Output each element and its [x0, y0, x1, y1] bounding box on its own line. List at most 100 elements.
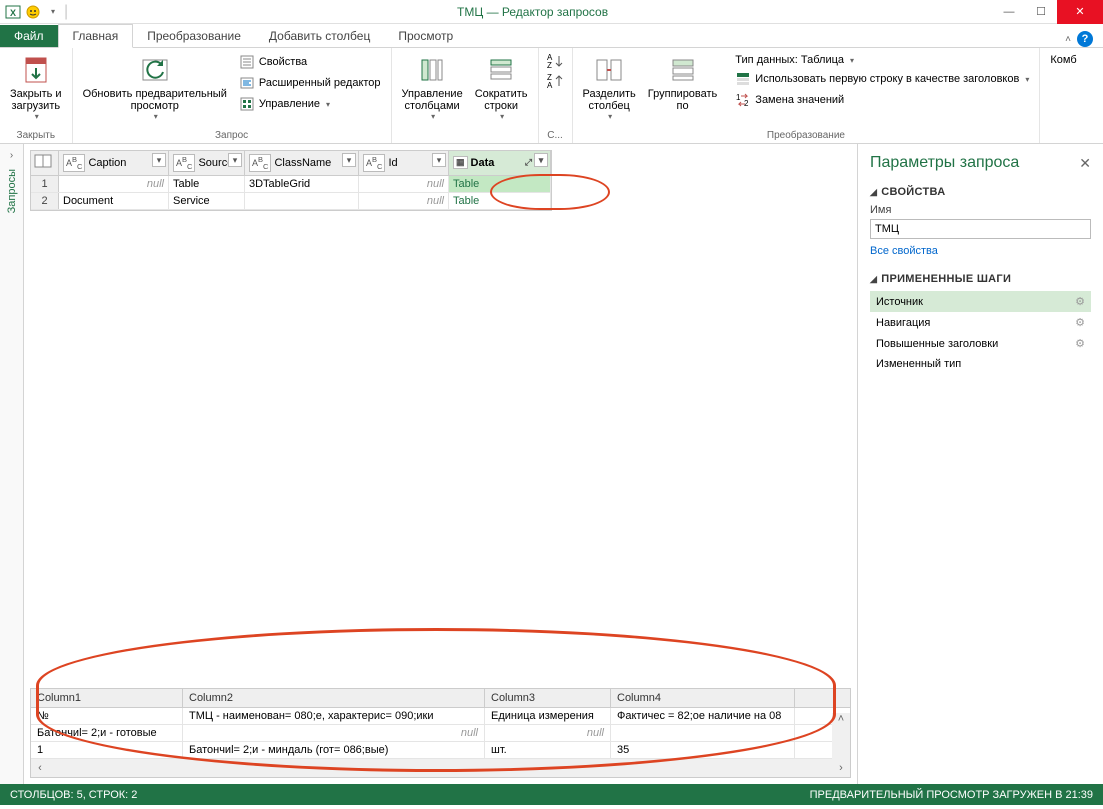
expand-icon[interactable]: ⤢ [525, 157, 532, 168]
grid-cell[interactable]: null [359, 176, 449, 192]
scroll-up-icon[interactable]: ˄ [838, 713, 844, 725]
preview-cell[interactable]: null [183, 725, 485, 741]
help-icon[interactable]: ? [1077, 31, 1093, 47]
filter-icon[interactable]: ▾ [152, 153, 166, 167]
tab-home[interactable]: Главная [58, 24, 134, 48]
preview-row[interactable]: 1 Батончиl= 2;и - миндаль (гот= 086;вые)… [31, 742, 850, 759]
close-button[interactable]: ✕ [1057, 0, 1103, 24]
column-header-data[interactable]: ▦ Data ⤢ ▾ [449, 151, 551, 175]
preview-row[interactable]: Батончиl= 2;и - готовые null null [31, 725, 850, 742]
column-header-source[interactable]: ABC Source ▾ [169, 151, 245, 175]
sort-asc-button[interactable]: AZ [545, 52, 565, 70]
scroll-left-icon[interactable]: ‹ [31, 762, 49, 774]
column-header-classname[interactable]: ABC ClassName ▾ [245, 151, 359, 175]
preview-col-header[interactable]: Column3 [485, 689, 611, 707]
applied-step[interactable]: Измененный тип [870, 354, 1091, 374]
scroll-right-icon[interactable]: › [832, 762, 850, 774]
sort-desc-button[interactable]: ZA [545, 72, 565, 90]
queries-pane-collapsed[interactable]: › Запросы [0, 144, 24, 784]
columns-icon [416, 54, 448, 86]
preview-col-header[interactable]: Column2 [183, 689, 485, 707]
preview-grid[interactable]: Column1 Column2 Column3 Column4 № ТМЦ - … [30, 688, 851, 778]
filter-icon[interactable]: ▾ [342, 153, 356, 167]
preview-cell[interactable]: № [31, 708, 183, 724]
replace-values-button[interactable]: 12 Замена значений [731, 90, 1033, 110]
tab-view[interactable]: Просмотр [384, 25, 467, 47]
applied-step[interactable]: Источник ⚙ [870, 291, 1091, 312]
replace-icon: 12 [735, 92, 751, 108]
preview-cell[interactable]: 35 [611, 742, 795, 758]
tab-addcolumn[interactable]: Добавить столбец [255, 25, 384, 47]
expand-pane-icon[interactable]: › [10, 150, 13, 161]
grid-cell[interactable]: 3DTableGrid [245, 176, 359, 192]
refresh-icon [139, 54, 171, 86]
manage-label: Управление [259, 98, 320, 110]
combine-button[interactable]: Комб [1046, 52, 1080, 68]
panel-close-icon[interactable]: ✕ [1079, 155, 1091, 172]
preview-cell[interactable]: Фактичес = 82;ое наличие на 08 [611, 708, 795, 724]
vertical-scrollbar[interactable]: ˄ [832, 713, 850, 759]
maximize-button[interactable]: ☐ [1025, 0, 1057, 24]
qat-dropdown-icon[interactable]: ▾ [44, 3, 62, 21]
reduce-rows-button[interactable]: Сократить строки ▾ [471, 52, 532, 123]
gear-icon[interactable]: ⚙ [1075, 295, 1085, 308]
grid-cell[interactable]: null [59, 176, 169, 192]
advanced-editor-button[interactable]: Расширенный редактор [235, 73, 385, 93]
grid-cell-table-link[interactable]: Table [449, 176, 551, 192]
preview-cell[interactable]: null [485, 725, 611, 741]
grid-cell[interactable]: Table [169, 176, 245, 192]
tab-file[interactable]: Файл [0, 25, 58, 47]
minimize-button[interactable]: — [993, 0, 1025, 24]
gear-icon[interactable]: ⚙ [1075, 337, 1085, 350]
tab-transform[interactable]: Преобразование [133, 25, 255, 47]
preview-cell[interactable]: 1 [31, 742, 183, 758]
applied-step[interactable]: Навигация ⚙ [870, 312, 1091, 333]
preview-col-header[interactable]: Column1 [31, 689, 183, 707]
filter-icon[interactable]: ▾ [534, 153, 548, 167]
grid-cell[interactable] [245, 193, 359, 209]
grid-row[interactable]: 2 Document Service null Table [31, 193, 551, 210]
properties-button[interactable]: Свойства [235, 52, 385, 72]
refresh-preview-button[interactable]: Обновить предварительный просмотр ▾ [79, 52, 231, 123]
column-header-id[interactable]: ABC Id ▾ [359, 151, 449, 175]
preview-col-header[interactable]: Column4 [611, 689, 795, 707]
filter-icon[interactable]: ▾ [228, 153, 242, 167]
manage-button[interactable]: Управление ▾ [235, 94, 385, 114]
filter-icon[interactable]: ▾ [432, 153, 446, 167]
preview-cell[interactable] [611, 725, 795, 741]
close-load-button[interactable]: Закрыть и загрузить ▾ [6, 52, 66, 123]
query-results-grid[interactable]: ABC Caption ▾ ABC Source ▾ ABC ClassName… [30, 150, 552, 211]
column-header-caption[interactable]: ABC Caption ▾ [59, 151, 169, 175]
groupby-icon [667, 54, 699, 86]
grid-row[interactable]: 1 null Table 3DTableGrid null Table [31, 176, 551, 193]
save-icon[interactable] [24, 3, 42, 21]
groupby-button[interactable]: Группировать по [644, 52, 722, 114]
datatype-button[interactable]: Тип данных: Таблица ▾ [731, 52, 1033, 68]
all-properties-link[interactable]: Все свойства [870, 245, 938, 257]
row-number: 2 [31, 193, 59, 209]
svg-text:A: A [547, 81, 553, 90]
use-first-row-button[interactable]: Использовать первую строку в качестве за… [731, 69, 1033, 89]
preview-cell[interactable]: Батончиl= 2;и - готовые [31, 725, 183, 741]
preview-row[interactable]: № ТМЦ - наименован= 080;е, характерис= 0… [31, 708, 850, 725]
gear-icon[interactable]: ⚙ [1075, 316, 1085, 329]
grid-cell-table-link[interactable]: Table [449, 193, 551, 209]
query-name-input[interactable] [870, 219, 1091, 239]
dropdown-arrow-icon: ▾ [1025, 75, 1029, 84]
preview-cell[interactable]: ТМЦ - наименован= 080;е, характерис= 090… [183, 708, 485, 724]
applied-step[interactable]: Повышенные заголовки ⚙ [870, 333, 1091, 354]
grid-cell[interactable]: Document [59, 193, 169, 209]
grid-cell[interactable]: Service [169, 193, 245, 209]
grid-cell[interactable]: null [359, 193, 449, 209]
collapse-ribbon-icon[interactable]: ˄ [1065, 34, 1071, 45]
preview-cell[interactable]: Единица измерения [485, 708, 611, 724]
preview-cell[interactable]: шт. [485, 742, 611, 758]
manage-columns-button[interactable]: Управление столбцами ▾ [398, 52, 467, 123]
dropdown-arrow-icon: ▾ [850, 56, 854, 65]
preview-cell[interactable]: Батончиl= 2;и - миндаль (гот= 086;вые) [183, 742, 485, 758]
split-column-button[interactable]: Разделить столбец ▾ [579, 52, 640, 123]
section-header-properties[interactable]: ◢ СВОЙСТВА [870, 186, 1091, 198]
section-header-steps[interactable]: ◢ ПРИМЕНЕННЫЕ ШАГИ [870, 273, 1091, 285]
horizontal-scrollbar[interactable]: ‹ › [31, 759, 850, 777]
column-label: Caption [88, 157, 126, 169]
